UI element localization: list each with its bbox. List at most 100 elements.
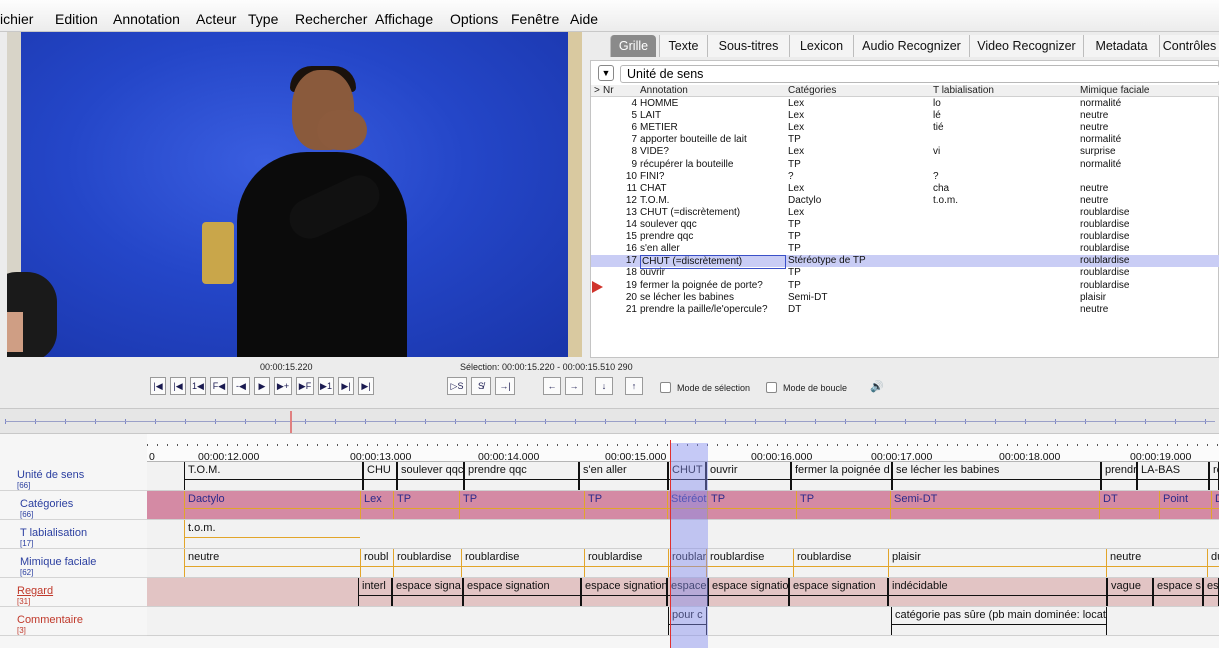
annotation-segment[interactable]: espace signa <box>392 578 463 606</box>
annotation-segment[interactable]: vague <box>1107 578 1153 606</box>
cell-categories[interactable]: Lex <box>788 183 930 195</box>
cell-categories[interactable]: TP <box>788 159 930 171</box>
cell-nr[interactable]: 19 <box>609 280 637 292</box>
annotation-segment[interactable]: espace signation <box>789 578 888 606</box>
cell-tlab[interactable]: cha <box>933 183 1075 195</box>
tab-video-recognizer[interactable]: Video Recognizer <box>969 35 1083 57</box>
tier-label-unite-de-sens[interactable]: Unité de sens [66] <box>0 462 147 491</box>
tab-audio-recognizer[interactable]: Audio Recognizer <box>853 35 969 57</box>
tier-label-regard[interactable]: Regard [31] <box>0 578 147 607</box>
header-mimique-faciale[interactable]: Mimique faciale <box>1080 85 1149 97</box>
table-row[interactable]: 15 prendre qqc TP roublardise <box>591 231 1219 243</box>
cell-mimique[interactable]: normalité <box>1080 134 1218 146</box>
next-second-button[interactable]: ▶1 <box>318 377 334 395</box>
cell-annotation[interactable]: METIER <box>640 122 786 134</box>
annotation-segment[interactable]: indécidable <box>888 578 1107 606</box>
menu-annotation[interactable]: Annotation <box>113 11 180 27</box>
annotation-segment[interactable]: neutre <box>184 549 360 577</box>
header-categories[interactable]: Catégories <box>788 85 836 97</box>
annotation-segment[interactable]: TP <box>584 491 667 519</box>
cell-mimique[interactable]: roublardise <box>1080 280 1218 292</box>
clear-selection-button[interactable]: S̸ <box>471 377 491 395</box>
table-row[interactable]: 16 s'en aller TP roublardise <box>591 243 1219 255</box>
tier-label-t-labialisation[interactable]: T labialisation [17] <box>0 520 147 549</box>
table-row[interactable]: 17 CHUT (=discrètement) Stéréotype de TP ro… <box>591 255 1219 270</box>
cell-mimique[interactable]: normalité <box>1080 159 1218 171</box>
tab-sous-titres[interactable]: Sous-titres <box>707 35 789 57</box>
cell-annotation[interactable]: apporter bouteille de lait <box>640 134 786 146</box>
cell-nr[interactable]: 11 <box>609 183 637 195</box>
cell-annotation[interactable]: VIDE? <box>640 146 786 158</box>
menu-fenetre[interactable]: Fenêtre <box>511 11 559 27</box>
previous-pixel-button[interactable]: -◀ <box>232 377 250 395</box>
table-row[interactable]: 14 soulever qqc TP roublardise <box>591 219 1219 231</box>
cell-mimique[interactable]: roublardise <box>1080 231 1218 243</box>
cell-nr[interactable]: 16 <box>609 243 637 255</box>
table-row[interactable]: 6 METIER Lex tié neutre <box>591 122 1219 134</box>
table-row[interactable]: 11 CHAT Lex cha neutre <box>591 183 1219 195</box>
next-pixel-button[interactable]: ▶+ <box>274 377 292 395</box>
annotation-segment[interactable]: plaisir <box>888 549 1106 577</box>
cell-tlab[interactable]: tié <box>933 122 1075 134</box>
table-row[interactable]: 7 apporter bouteille de lait TP normalité <box>591 134 1219 146</box>
tier-label-categories[interactable]: Catégories [66] <box>0 491 147 520</box>
annotation-segment[interactable]: t.o.m. <box>184 520 360 548</box>
cell-tlab[interactable]: lo <box>933 98 1075 110</box>
annotation-segment[interactable]: roublardise <box>706 549 793 577</box>
header-annotation[interactable]: Annotation <box>640 85 688 97</box>
menu-aide[interactable]: Aide <box>570 11 598 27</box>
cell-categories[interactable]: Semi-DT <box>788 292 930 304</box>
video-viewer[interactable] <box>7 32 582 357</box>
table-row[interactable]: 10 FINI??? <box>591 171 1219 183</box>
annotation-segment[interactable]: roublardise <box>584 549 668 577</box>
cell-mimique[interactable]: surprise <box>1080 146 1218 158</box>
cell-nr[interactable]: 8 <box>609 146 637 158</box>
cell-tlab[interactable]: lé <box>933 110 1075 122</box>
annotation-segment[interactable]: s'en aller <box>579 462 668 490</box>
selection-boundary-button[interactable]: →| <box>495 377 515 395</box>
cell-annotation[interactable]: FINI? <box>640 171 786 183</box>
cell-categories[interactable]: Dactylo <box>788 195 930 207</box>
cell-tlab[interactable]: ? <box>933 171 1075 183</box>
cell-mimique[interactable]: normalité <box>1080 98 1218 110</box>
cell-categories[interactable]: TP <box>788 243 930 255</box>
annotation-segment[interactable]: espace s <box>1153 578 1203 606</box>
cell-nr[interactable]: 13 <box>609 207 637 219</box>
cell-categories[interactable]: TP <box>788 219 930 231</box>
annotation-segment[interactable]: espace signation <box>708 578 789 606</box>
tier-label-commentaire[interactable]: Commentaire [3] <box>0 607 147 636</box>
annotation-segment[interactable]: TP <box>459 491 584 519</box>
annotation-segment[interactable]: Lex <box>360 491 393 519</box>
annotation-segment[interactable]: Point <box>1159 491 1211 519</box>
menu-type[interactable]: Type <box>248 11 278 27</box>
menu-options[interactable]: Options <box>450 11 498 27</box>
menu-rechercher[interactable]: Rechercher <box>295 11 367 27</box>
tier-label-mimique-faciale[interactable]: Mimique faciale [62] <box>0 549 147 578</box>
cell-categories[interactable]: Lex <box>788 110 930 122</box>
cell-tlab[interactable]: vi <box>933 146 1075 158</box>
cell-mimique[interactable]: roublardise <box>1080 219 1218 231</box>
cell-categories[interactable]: TP <box>788 134 930 146</box>
table-row[interactable]: 13 CHUT (=discrètement) Lex roublardise <box>591 207 1219 219</box>
annotation-segment[interactable]: neutre <box>1106 549 1207 577</box>
right-arrow-button[interactable]: → <box>565 377 583 395</box>
header-t-labialisation[interactable]: T labialisation <box>933 85 994 97</box>
table-row[interactable]: 20 se lécher les babines Semi-DT plaisir <box>591 292 1219 304</box>
cell-annotation[interactable]: T.O.M. <box>640 195 786 207</box>
timeline-overview[interactable] <box>0 408 1219 434</box>
annotation-segment[interactable]: Dactylo <box>184 491 360 519</box>
go-to-end-button[interactable]: ▶| <box>358 377 374 395</box>
cell-categories[interactable]: Lex <box>788 122 930 134</box>
table-row[interactable]: 12 T.O.M. Dactylo t.o.m. neutre <box>591 195 1219 207</box>
down-arrow-button[interactable]: ↓ <box>595 377 613 395</box>
annotation-segment[interactable]: TP <box>707 491 796 519</box>
play-selection-button[interactable]: ▷S <box>447 377 467 395</box>
tier-selector-label[interactable]: Unité de sens <box>620 65 1219 83</box>
menu-acteur[interactable]: Acteur <box>196 11 236 27</box>
cell-nr[interactable]: 12 <box>609 195 637 207</box>
menu-edition[interactable]: Edition <box>55 11 98 27</box>
table-row[interactable]: 9 récupérer la bouteille TP normalité <box>591 159 1219 171</box>
cell-annotation[interactable]: se lécher les babines <box>640 292 786 304</box>
cell-categories[interactable]: Stéréotype de TP <box>788 255 930 267</box>
annotation-segment[interactable]: CHU <box>363 462 397 490</box>
